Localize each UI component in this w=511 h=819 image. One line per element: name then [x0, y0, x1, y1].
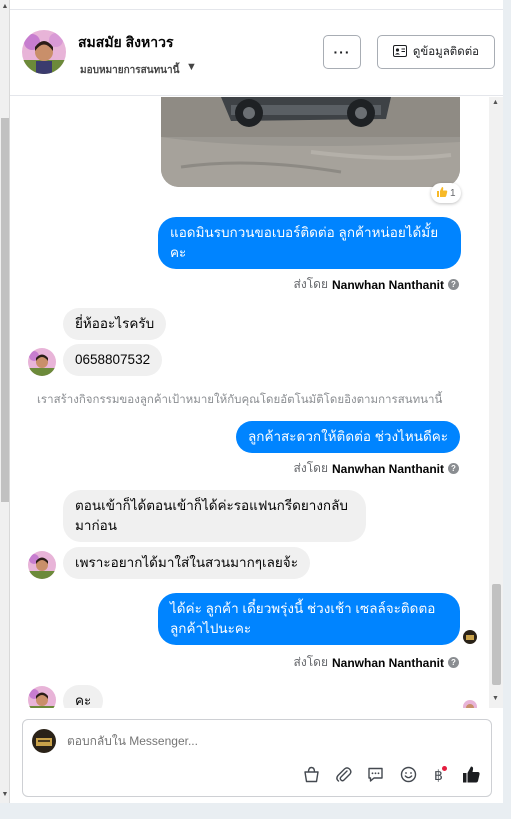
sender-name: Nanwhan Nanthanit [331, 277, 444, 292]
page-scrollbar[interactable]: ▲ ▼ [0, 0, 10, 803]
thread-scrollbar[interactable]: ▲ ▼ [489, 97, 503, 708]
contact-avatar-small[interactable] [28, 348, 56, 376]
chevron-down-icon[interactable]: ▼ [186, 61, 197, 73]
thumbs-up-icon [436, 186, 448, 201]
incoming-message[interactable]: ตอนเข้าก็ได้ตอนเข้าก็ได้ค่ะรอแฟนกรีดยางก… [63, 490, 366, 542]
message-thread[interactable]: 1 แอดมินรบกวนขอเบอร์ติดต่อ ลูกค้าหน่อยได… [10, 97, 489, 708]
incoming-message[interactable]: เพราะอยากได้มาใส่ในสวนมากๆเลยจ้ะ [63, 547, 310, 579]
scroll-up-arrow-icon[interactable]: ▲ [1, 2, 9, 12]
reply-composer[interactable]: ฿ [22, 719, 492, 797]
speech-bubble-icon[interactable] [365, 764, 385, 784]
incoming-message[interactable]: ยี่ห้ออะไรครับ [63, 308, 167, 340]
contact-card-icon [392, 44, 407, 60]
top-divider [10, 0, 503, 10]
view-contact-info-button[interactable]: ดูข้อมูลติดต่อ [377, 35, 495, 69]
sent-by-prefix: ส่งโดย [293, 277, 328, 291]
paperclip-icon[interactable] [333, 764, 353, 784]
outgoing-message[interactable]: ได้ค่ะ ลูกค้า เดี๋ยวพรุ่งนี้ ช่วงเช้า เซ… [158, 593, 460, 645]
svg-text:฿: ฿ [434, 767, 443, 783]
messenger-window: ▲ ▼ สมสมัย สิงหาวร มอบหมายการสนทนานี้ ▼ … [0, 0, 511, 819]
page-scrollbar-thumb[interactable] [1, 118, 9, 502]
reply-input[interactable] [67, 734, 367, 748]
shopping-bag-icon[interactable] [301, 764, 321, 784]
smiley-icon[interactable] [398, 764, 418, 784]
assign-conversation-label[interactable]: มอบหมายการสนทนานี้ [80, 63, 179, 78]
incoming-message[interactable]: 0658807532 [63, 344, 163, 376]
sent-by-prefix: ส่งโดย [293, 461, 328, 475]
reaction-count: 1 [450, 187, 456, 199]
scroll-down-arrow-icon[interactable]: ▼ [1, 790, 9, 800]
scroll-up-arrow-icon[interactable]: ▲ [492, 99, 499, 106]
sender-name: Nanwhan Nanthanit [331, 655, 444, 670]
info-icon[interactable]: ? [448, 657, 459, 668]
thumbs-up-icon[interactable] [461, 764, 481, 784]
contact-avatar[interactable] [22, 30, 66, 74]
shared-photo[interactable] [161, 97, 460, 187]
sent-by-prefix: ส่งโดย [293, 655, 328, 669]
more-options-button[interactable]: ··· [323, 35, 361, 69]
thread-scrollbar-thumb[interactable] [492, 584, 501, 685]
outgoing-message[interactable]: ลูกค้าสะดวกให้ติดต่อ ช่วงไหนดีคะ [236, 421, 461, 453]
sent-by-label: ส่งโดย Nanwhan Nanthanit ? [294, 459, 459, 478]
info-icon[interactable]: ? [448, 463, 459, 474]
contact-avatar-small[interactable] [28, 686, 56, 708]
outgoing-message[interactable]: แอดมินรบกวนขอเบอร์ติดต่อ ลูกค้าหน่อยได้ม… [158, 217, 461, 269]
contact-avatar-small[interactable] [28, 551, 56, 579]
system-note: เราสร้างกิจกรรมของลูกค้าเป้าหมายให้กับคุ… [37, 394, 443, 406]
window-bottom-edge [0, 803, 511, 819]
reaction-badge[interactable]: 1 [431, 183, 461, 203]
sender-name: Nanwhan Nanthanit [331, 461, 444, 476]
incoming-message[interactable]: คะ [63, 685, 104, 708]
conversation-header: สมสมัย สิงหาวร มอบหมายการสนทนานี้ ▼ ··· … [10, 10, 503, 96]
contact-info-label: ดูข้อมูลติดต่อ [412, 46, 480, 58]
sent-by-label: ส่งโดย Nanwhan Nanthanit ? [294, 275, 459, 294]
page-avatar [32, 729, 56, 753]
scroll-down-arrow-icon[interactable]: ▼ [492, 695, 499, 702]
seen-avatar [463, 630, 477, 644]
seen-avatar [463, 700, 477, 708]
info-icon[interactable]: ? [448, 279, 459, 290]
contact-name[interactable]: สมสมัย สิงหาวร [78, 32, 174, 54]
sent-by-label: ส่งโดย Nanwhan Nanthanit ? [294, 653, 459, 672]
baht-icon[interactable]: ฿ [428, 764, 448, 784]
